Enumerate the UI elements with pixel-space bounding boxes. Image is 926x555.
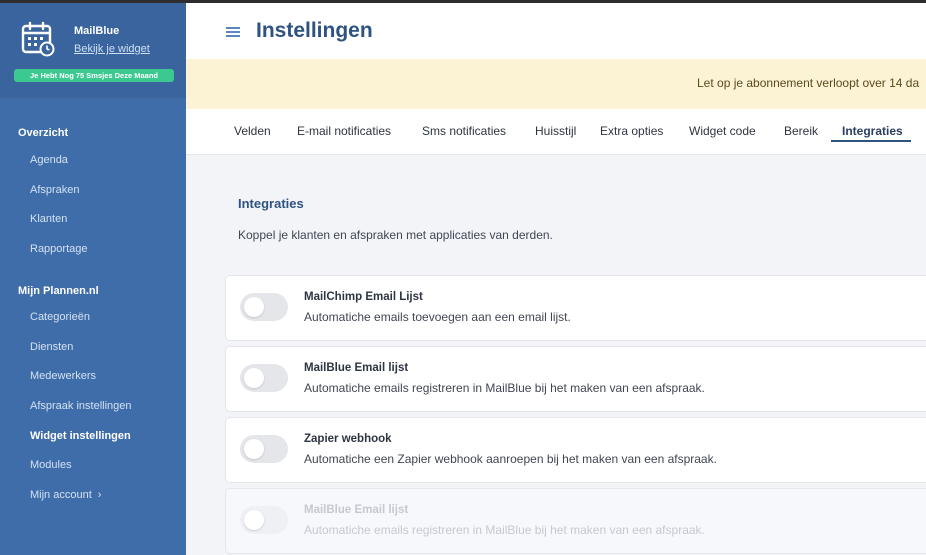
integration-card-mailchimp: MailChimp Email Lijst Automatiche emails…: [225, 275, 926, 341]
tab-widget-code[interactable]: Widget code: [689, 124, 756, 138]
calendar-icon: [21, 21, 55, 57]
sidebar-item-mijn-account-label: Mijn account: [30, 489, 92, 501]
tab-extra-opties[interactable]: Extra opties: [600, 124, 663, 138]
subscription-notice-text: Let op je abonnement verloopt over 14 da: [697, 76, 920, 90]
sidebar-item-modules[interactable]: Modules: [30, 459, 72, 471]
tab-bereik[interactable]: Bereik: [784, 124, 818, 138]
sidebar-item-klanten[interactable]: Klanten: [30, 213, 67, 225]
sidebar-item-diensten[interactable]: Diensten: [30, 341, 73, 353]
view-widget-link[interactable]: Bekijk je widget: [74, 43, 150, 55]
page-title: Instellingen: [256, 19, 373, 42]
integration-toggle: [240, 506, 288, 534]
section-description: Koppel je klanten en afspraken met appli…: [238, 228, 553, 242]
integration-card-zapier: Zapier webhook Automatiche een Zapier we…: [225, 417, 926, 483]
integration-card-mailblue-disabled: MailBlue Email lijst Automatiche emails …: [225, 488, 926, 554]
subscription-notice: Let op je abonnement verloopt over 14 da: [186, 59, 926, 109]
sidebar-item-afspraken[interactable]: Afspraken: [30, 184, 80, 196]
brand-block: MailBlue Bekijk je widget Je Hebt Nog 75…: [0, 3, 186, 98]
chevron-right-icon: ›: [97, 489, 102, 501]
integration-toggle[interactable]: [240, 364, 288, 392]
nav-section-overzicht: Overzicht: [18, 127, 69, 139]
integration-title: MailBlue Email lijst: [304, 504, 409, 516]
sidebar-item-mijn-account[interactable]: Mijn account ›: [30, 489, 101, 501]
hamburger-icon[interactable]: [226, 27, 240, 37]
integration-description: Automatiche emails registreren in MailBl…: [304, 523, 705, 537]
sidebar: MailBlue Bekijk je widget Je Hebt Nog 75…: [0, 3, 186, 555]
section-title: Integraties: [238, 196, 304, 211]
settings-tabs: Velden E-mail notificaties Sms notificat…: [186, 109, 926, 155]
brand-name: MailBlue: [74, 25, 120, 37]
toggle-knob: [244, 368, 264, 388]
integration-toggle[interactable]: [240, 435, 288, 463]
integration-title: MailBlue Email lijst: [304, 362, 409, 374]
toggle-knob: [244, 439, 264, 459]
tab-integraties[interactable]: Integraties: [842, 124, 903, 138]
integration-title: Zapier webhook: [304, 433, 392, 445]
tab-email-notificaties[interactable]: E-mail notificaties: [297, 124, 391, 138]
sidebar-item-rapportage[interactable]: Rapportage: [30, 243, 88, 255]
integration-toggle[interactable]: [240, 293, 288, 321]
toggle-knob: [244, 510, 264, 530]
sidebar-item-afspraak-instellingen[interactable]: Afspraak instellingen: [30, 400, 132, 412]
sidebar-item-medewerkers[interactable]: Medewerkers: [30, 370, 96, 382]
tab-sms-notificaties[interactable]: Sms notificaties: [422, 124, 506, 138]
tab-huisstijl[interactable]: Huisstijl: [535, 124, 576, 138]
sidebar-item-widget-instellingen[interactable]: Widget instellingen: [30, 430, 131, 442]
active-tab-indicator: [831, 140, 911, 142]
tab-velden[interactable]: Velden: [234, 124, 271, 138]
integration-description: Automatiche een Zapier webhook aanroepen…: [304, 452, 717, 466]
integration-description: Automatiche emails toevoegen aan een ema…: [304, 310, 571, 324]
integration-description: Automatiche emails registreren in MailBl…: [304, 381, 705, 395]
sms-credit-badge: Je Hebt Nog 75 Smsjes Deze Maand: [14, 69, 174, 82]
page-header: Instellingen: [186, 3, 926, 59]
sidebar-item-categorieen[interactable]: Categorieën: [30, 311, 90, 323]
sidebar-item-agenda[interactable]: Agenda: [30, 154, 68, 166]
main-content: Instellingen Let op je abonnement verloo…: [186, 3, 926, 555]
nav-section-mijn-plannen: Mijn Plannen.nl: [18, 285, 99, 297]
integration-card-mailblue: MailBlue Email lijst Automatiche emails …: [225, 346, 926, 412]
toggle-knob: [244, 297, 264, 317]
integration-title: MailChimp Email Lijst: [304, 291, 423, 303]
